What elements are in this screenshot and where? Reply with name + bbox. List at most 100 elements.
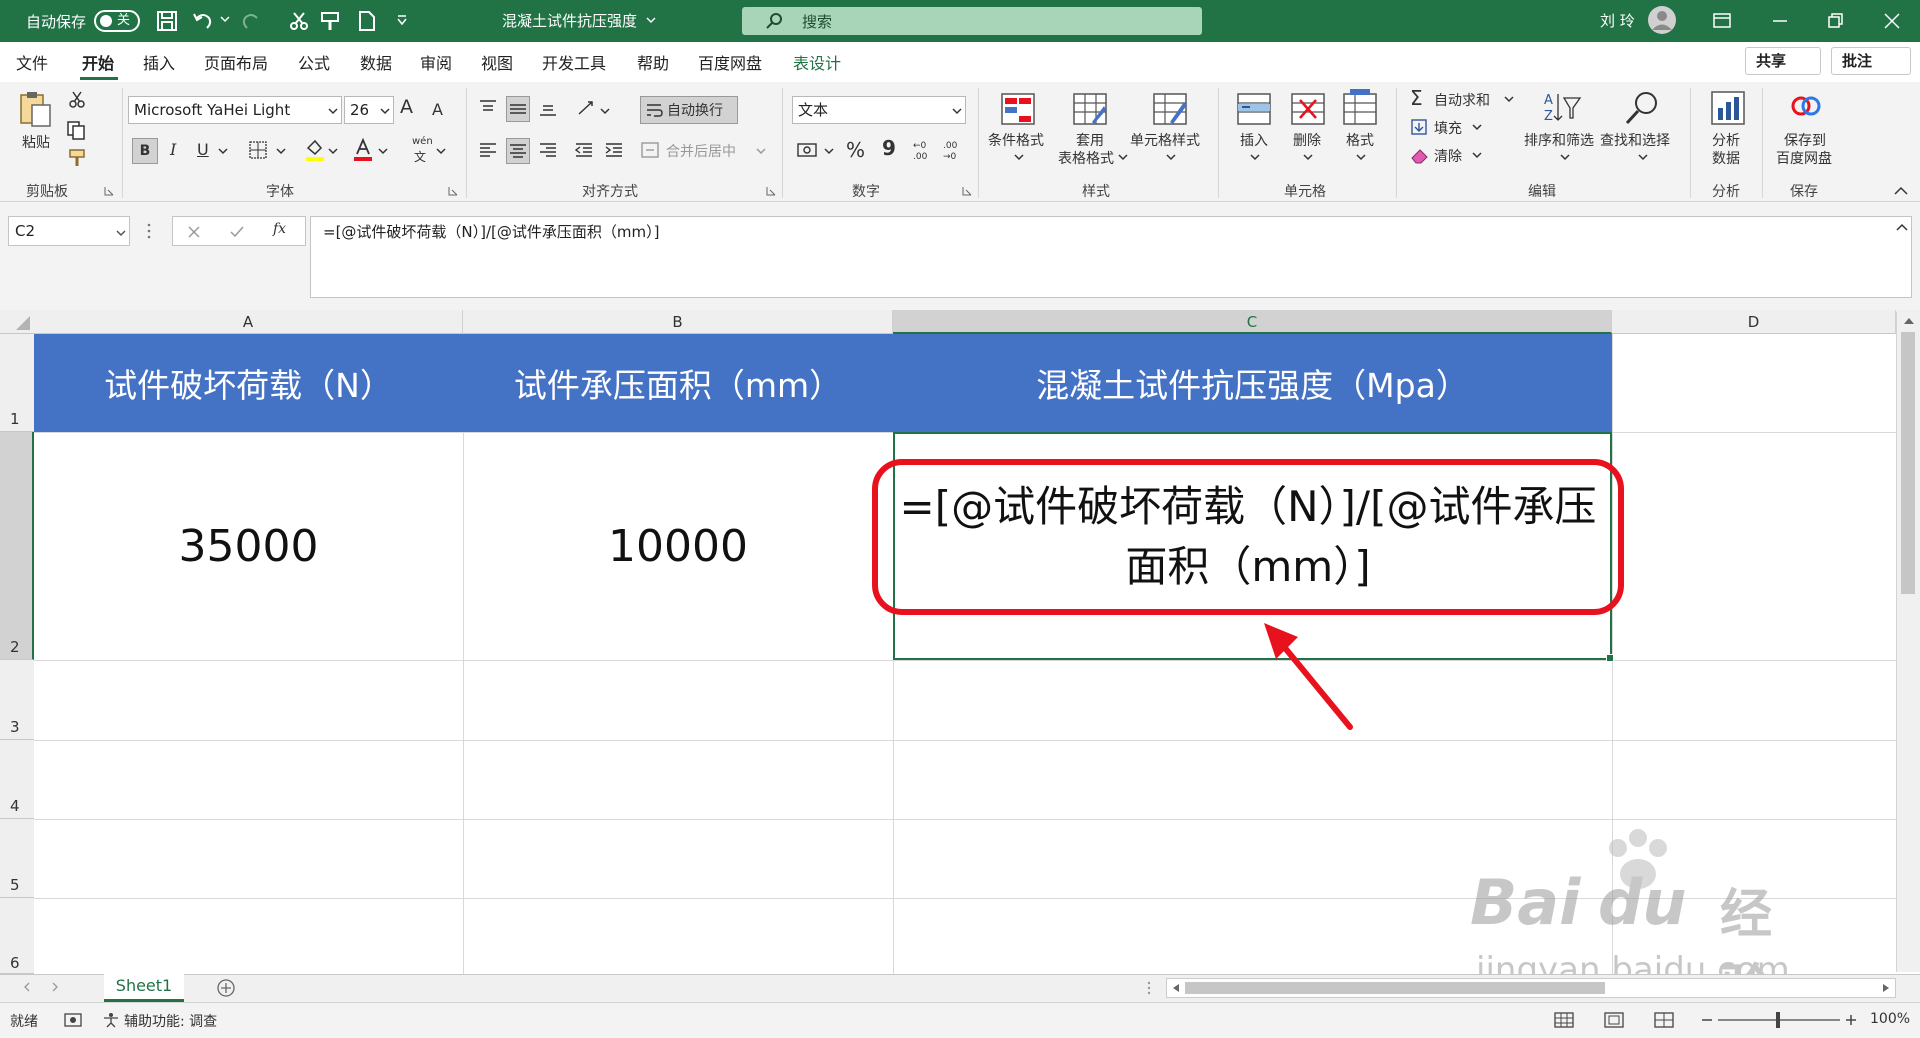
column-header-d[interactable]: D xyxy=(1612,310,1896,334)
align-right-icon[interactable] xyxy=(538,140,558,160)
format-cells-dropdown-icon[interactable] xyxy=(1356,152,1366,162)
find-select-dropdown-icon[interactable] xyxy=(1638,152,1648,162)
autosum-dropdown-icon[interactable] xyxy=(1504,94,1514,104)
phonetic-top-label[interactable]: wén xyxy=(412,136,433,147)
row-header-2[interactable]: 2 xyxy=(0,432,34,660)
accounting-format-icon[interactable] xyxy=(796,140,820,160)
zoom-out-icon[interactable] xyxy=(1700,1012,1714,1028)
orientation-icon[interactable] xyxy=(576,98,598,118)
align-left-icon[interactable] xyxy=(478,140,498,160)
find-select-icon[interactable] xyxy=(1624,90,1660,126)
sort-filter-dropdown-icon[interactable] xyxy=(1560,152,1570,162)
bold-button[interactable]: B xyxy=(132,138,158,164)
phonetic-bottom-label[interactable]: 文 xyxy=(414,148,426,165)
close-icon[interactable] xyxy=(1882,11,1902,31)
fill-color-icon[interactable] xyxy=(304,138,326,162)
cell-styles-dropdown-icon[interactable] xyxy=(1166,152,1176,162)
format-painter-icon[interactable] xyxy=(320,10,342,32)
sheet-tab-sheet1[interactable]: Sheet1 xyxy=(104,974,184,1002)
name-box-chevron-icon[interactable] xyxy=(116,228,126,238)
cell-a2[interactable]: 35000 xyxy=(34,432,463,660)
tab-data[interactable]: 数据 xyxy=(360,50,392,74)
formula-options-icon[interactable] xyxy=(146,222,152,240)
font-color-icon[interactable] xyxy=(352,138,374,162)
save-baidu-label-2[interactable]: 百度网盘 xyxy=(1776,148,1832,168)
decrease-indent-icon[interactable] xyxy=(574,140,594,160)
minimize-icon[interactable] xyxy=(1770,11,1790,31)
column-header-a[interactable]: A xyxy=(34,310,463,334)
page-layout-view-icon[interactable] xyxy=(1604,1012,1624,1028)
share-button[interactable]: 共享 xyxy=(1745,47,1821,75)
name-box[interactable]: C2 xyxy=(8,216,130,246)
increase-indent-icon[interactable] xyxy=(604,140,624,160)
autosum-label[interactable]: 自动求和 xyxy=(1434,90,1490,110)
merge-dropdown-icon[interactable] xyxy=(756,146,766,156)
cell-styles-icon[interactable] xyxy=(1152,92,1188,126)
tab-review[interactable]: 审阅 xyxy=(420,50,452,74)
scroll-up-icon[interactable] xyxy=(1903,316,1915,326)
column-header-c[interactable]: C xyxy=(893,310,1612,334)
accessibility-icon[interactable] xyxy=(102,1012,120,1028)
cell-a1[interactable]: 试件破坏荷载（N） xyxy=(34,334,463,432)
format-table-dropdown-icon[interactable] xyxy=(1118,152,1128,162)
delete-cells-dropdown-icon[interactable] xyxy=(1303,152,1313,162)
format-as-table-label-2[interactable]: 表格格式 xyxy=(1058,148,1114,168)
row-header-1[interactable]: 1 xyxy=(0,334,34,432)
number-launcher-icon[interactable] xyxy=(962,186,972,196)
new-file-icon[interactable] xyxy=(356,10,378,32)
borders-dropdown-icon[interactable] xyxy=(276,146,286,156)
analyze-data-label-1[interactable]: 分析 xyxy=(1712,130,1740,150)
font-launcher-icon[interactable] xyxy=(448,186,458,196)
autosum-icon[interactable]: Σ xyxy=(1410,86,1423,110)
ribbon-display-icon[interactable] xyxy=(1712,11,1732,31)
collapse-ribbon-icon[interactable] xyxy=(1894,186,1908,196)
conditional-dropdown-icon[interactable] xyxy=(1014,152,1024,162)
paste-label[interactable]: 粘贴 xyxy=(22,132,50,152)
underline-dropdown-icon[interactable] xyxy=(218,146,228,156)
zoom-in-icon[interactable] xyxy=(1844,1012,1858,1028)
copy-icon[interactable] xyxy=(66,120,86,140)
tab-file[interactable]: 文件 xyxy=(16,50,48,74)
tab-formulas[interactable]: 公式 xyxy=(298,50,330,74)
fill-label[interactable]: 填充 xyxy=(1434,118,1462,138)
normal-view-icon[interactable] xyxy=(1554,1012,1574,1028)
clear-icon[interactable] xyxy=(1410,146,1430,164)
align-middle-icon[interactable] xyxy=(506,96,530,122)
expand-formula-bar-icon[interactable] xyxy=(1896,222,1908,232)
conditional-formatting-icon[interactable] xyxy=(1000,92,1036,126)
format-as-table-icon[interactable] xyxy=(1072,92,1108,126)
clear-dropdown-icon[interactable] xyxy=(1472,150,1482,160)
align-bottom-icon[interactable] xyxy=(538,98,558,118)
analyze-data-label-2[interactable]: 数据 xyxy=(1712,148,1740,168)
page-break-view-icon[interactable] xyxy=(1654,1012,1674,1028)
fill-color-dropdown-icon[interactable] xyxy=(328,146,338,156)
next-sheet-icon[interactable] xyxy=(50,982,60,992)
phonetic-dropdown-icon[interactable] xyxy=(436,146,446,156)
format-painter-small-icon[interactable] xyxy=(68,148,88,168)
cut-icon[interactable] xyxy=(288,10,310,32)
delete-cells-icon[interactable] xyxy=(1290,92,1326,126)
tab-page-layout[interactable]: 页面布局 xyxy=(204,50,268,74)
macro-record-icon[interactable] xyxy=(64,1012,82,1028)
alignment-launcher-icon[interactable] xyxy=(766,186,776,196)
sort-filter-label[interactable]: 排序和筛选 xyxy=(1524,130,1594,150)
save-icon[interactable] xyxy=(156,10,178,32)
insert-cells-icon[interactable] xyxy=(1236,92,1272,126)
clear-label[interactable]: 清除 xyxy=(1434,146,1462,166)
baidu-netdisk-icon[interactable] xyxy=(1790,92,1822,120)
fill-icon[interactable] xyxy=(1410,118,1428,136)
format-cells-icon[interactable] xyxy=(1342,88,1378,126)
formula-input[interactable]: =[@试件破坏荷载（N）]/[@试件承压面积（mm）] xyxy=(310,216,1912,298)
vertical-scrollbar[interactable] xyxy=(1896,312,1920,972)
merge-center-icon[interactable] xyxy=(640,140,660,160)
search-box[interactable]: 搜索 xyxy=(742,7,1202,35)
insert-cells-dropdown-icon[interactable] xyxy=(1250,152,1260,162)
scroll-right-icon[interactable] xyxy=(1881,983,1891,993)
align-center-icon[interactable] xyxy=(506,138,530,164)
column-header-b[interactable]: B xyxy=(463,310,893,334)
zoom-slider-thumb[interactable] xyxy=(1776,1012,1780,1028)
delete-cells-label[interactable]: 删除 xyxy=(1293,130,1321,150)
cell-c1[interactable]: 混凝土试件抗压强度（Mpa） xyxy=(893,334,1612,432)
accounting-dropdown-icon[interactable] xyxy=(824,146,834,156)
grow-font-button[interactable]: A xyxy=(400,96,413,118)
